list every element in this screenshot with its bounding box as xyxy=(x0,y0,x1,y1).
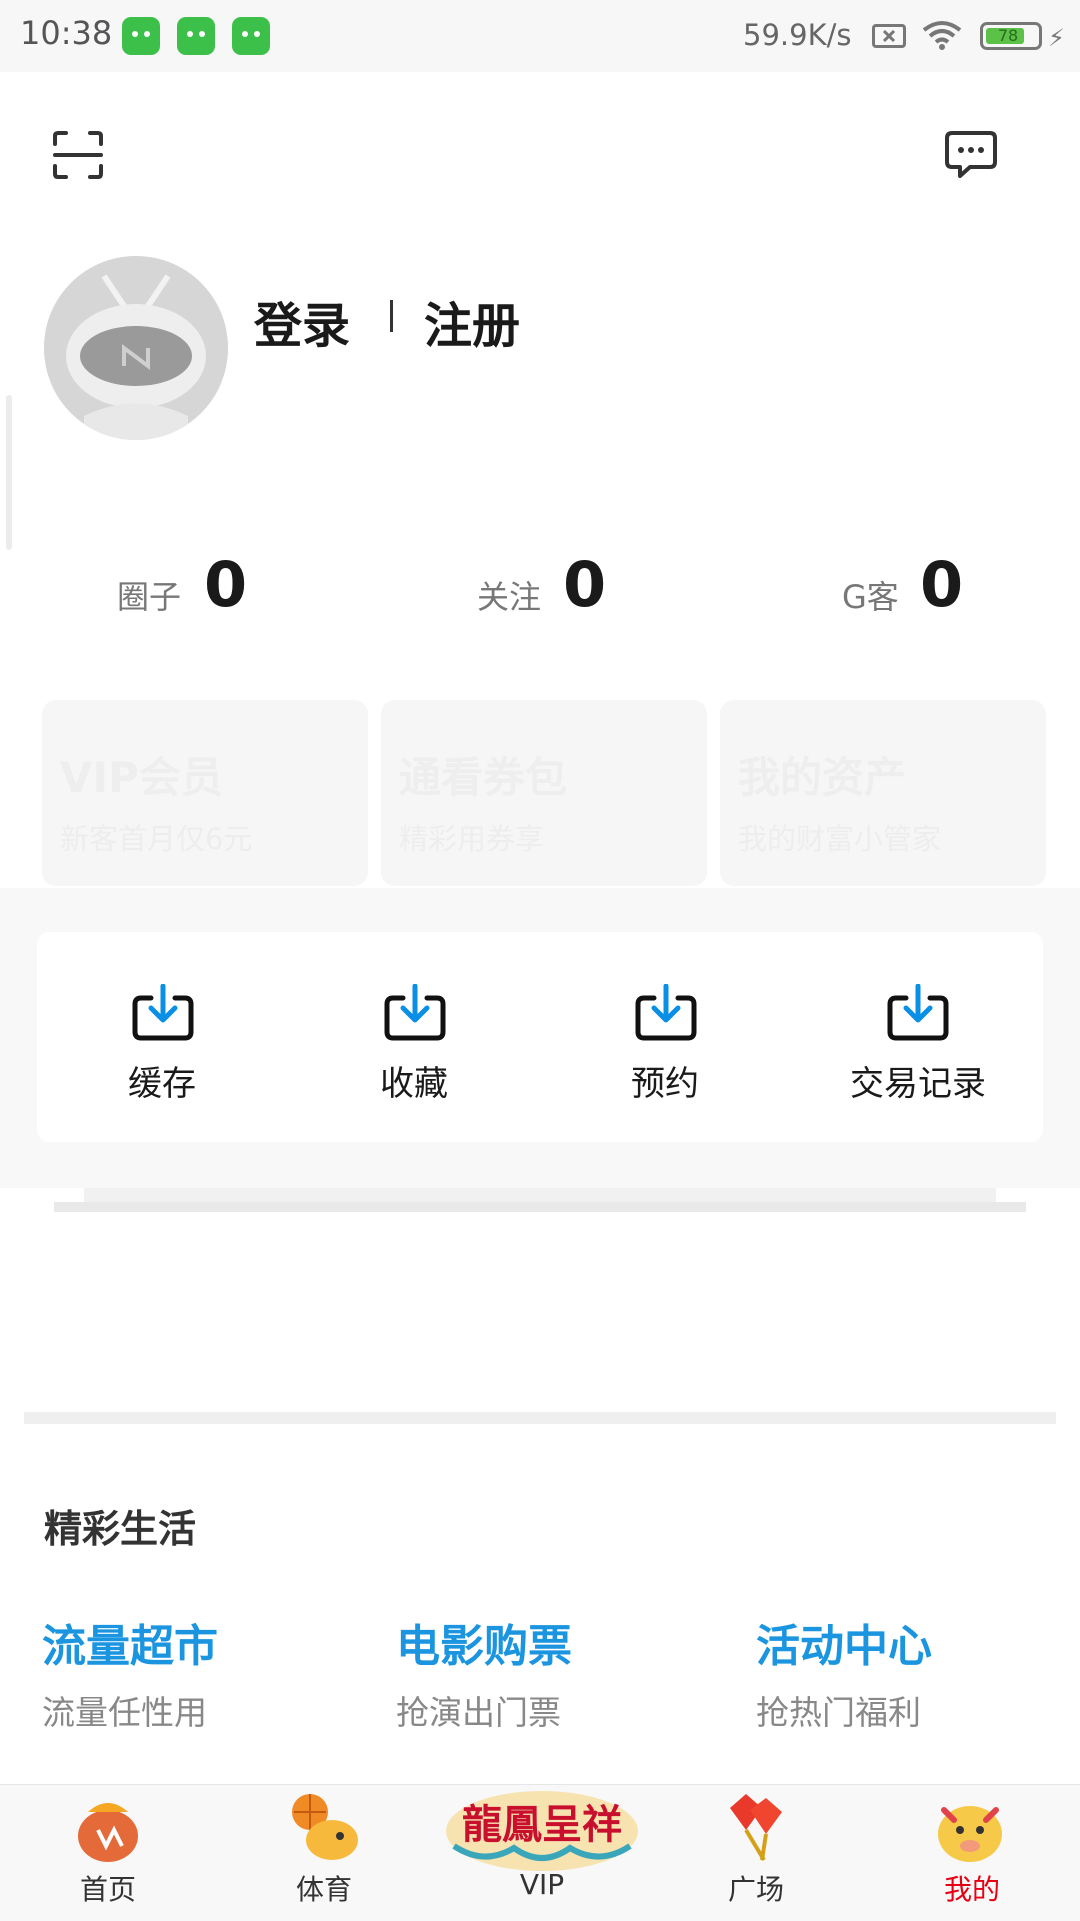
divider xyxy=(390,300,393,332)
charging-icon: ⚡ xyxy=(1048,24,1065,52)
network-speed: 59.9K/s xyxy=(743,18,852,52)
mine-tab-icon[interactable] xyxy=(930,1790,1010,1866)
life-item-activity-center[interactable]: 活动中心 xyxy=(756,1610,932,1674)
nav-sports[interactable]: 体育 xyxy=(244,1868,404,1908)
login-link[interactable]: 登录 xyxy=(254,286,350,356)
promo-title: 我的资产 xyxy=(738,753,907,802)
status-bar xyxy=(0,0,1080,72)
promo-title: VIP会员 xyxy=(60,753,223,802)
promo-title: 通看券包 xyxy=(399,753,568,802)
stat-label-gke[interactable]: G客 xyxy=(842,572,899,618)
battery-icon: 78 xyxy=(980,22,1042,50)
stat-value-gke[interactable]: 0 xyxy=(920,548,963,621)
life-item-data-market[interactable]: 流量超市 xyxy=(42,1610,218,1674)
scan-icon[interactable] xyxy=(52,130,104,180)
avatar[interactable] xyxy=(44,256,228,440)
wifi-icon xyxy=(922,21,962,50)
nav-mine[interactable]: 我的 xyxy=(892,1868,1052,1908)
promo-subtitle: 精彩用券享 xyxy=(399,822,545,856)
vip-logo-text: 龍鳳呈祥 xyxy=(462,1801,622,1848)
divider xyxy=(54,1202,1026,1212)
register-link[interactable]: 注册 xyxy=(424,286,520,356)
stat-value-following[interactable]: 0 xyxy=(563,548,606,621)
tool-label-transactions[interactable]: 交易记录 xyxy=(818,1056,1018,1105)
home-tab-icon[interactable] xyxy=(68,1790,148,1866)
download-icon[interactable] xyxy=(634,984,698,1042)
app-notification-icon xyxy=(122,17,160,55)
promo-subtitle: 新客首月仅6元 xyxy=(60,822,253,856)
section-title: 精彩生活 xyxy=(44,1507,197,1551)
app-notification-icon xyxy=(232,17,270,55)
life-item-movie-tickets[interactable]: 电影购票 xyxy=(396,1610,572,1674)
message-icon[interactable] xyxy=(944,130,998,180)
download-icon[interactable] xyxy=(886,984,950,1042)
no-sim-icon xyxy=(872,24,906,48)
download-icon[interactable] xyxy=(383,984,447,1042)
tool-label-favorites[interactable]: 收藏 xyxy=(314,1056,514,1105)
square-tab-icon[interactable] xyxy=(716,1790,796,1866)
vip-dragon-phoenix-logo[interactable]: 龍鳳呈祥 xyxy=(444,1786,640,1876)
app-notification-icon xyxy=(177,17,215,55)
divider xyxy=(24,1412,1056,1424)
nav-home[interactable]: 首页 xyxy=(28,1868,188,1908)
scrollbar[interactable] xyxy=(6,395,12,550)
divider xyxy=(84,1188,996,1202)
nav-square[interactable]: 广场 xyxy=(676,1868,836,1908)
promo-card-assets[interactable]: 我的资产 我的财富小管家 xyxy=(720,700,1046,886)
sports-tab-icon[interactable] xyxy=(284,1790,364,1866)
stat-value-circles[interactable]: 0 xyxy=(204,548,247,621)
status-time: 10:38 xyxy=(20,14,113,52)
battery-percent: 78 xyxy=(997,26,1019,45)
promo-subtitle: 我的财富小管家 xyxy=(738,822,942,856)
download-icon[interactable] xyxy=(131,984,195,1042)
tool-label-reservation[interactable]: 预约 xyxy=(565,1056,765,1105)
promo-card-vip[interactable]: VIP会员 新客首月仅6元 xyxy=(42,700,368,886)
tool-label-cache[interactable]: 缓存 xyxy=(62,1056,262,1105)
life-item-subtitle[interactable]: 抢热门福利 xyxy=(756,1686,921,1734)
stat-label-circles[interactable]: 圈子 xyxy=(117,572,181,618)
stat-label-following[interactable]: 关注 xyxy=(477,572,541,618)
nav-vip[interactable]: VIP xyxy=(462,1868,622,1901)
life-item-subtitle[interactable]: 流量任性用 xyxy=(42,1686,207,1734)
life-item-subtitle[interactable]: 抢演出门票 xyxy=(396,1686,561,1734)
astronaut-avatar-icon xyxy=(44,256,228,440)
promo-card-coupons[interactable]: 通看券包 精彩用券享 xyxy=(381,700,707,886)
